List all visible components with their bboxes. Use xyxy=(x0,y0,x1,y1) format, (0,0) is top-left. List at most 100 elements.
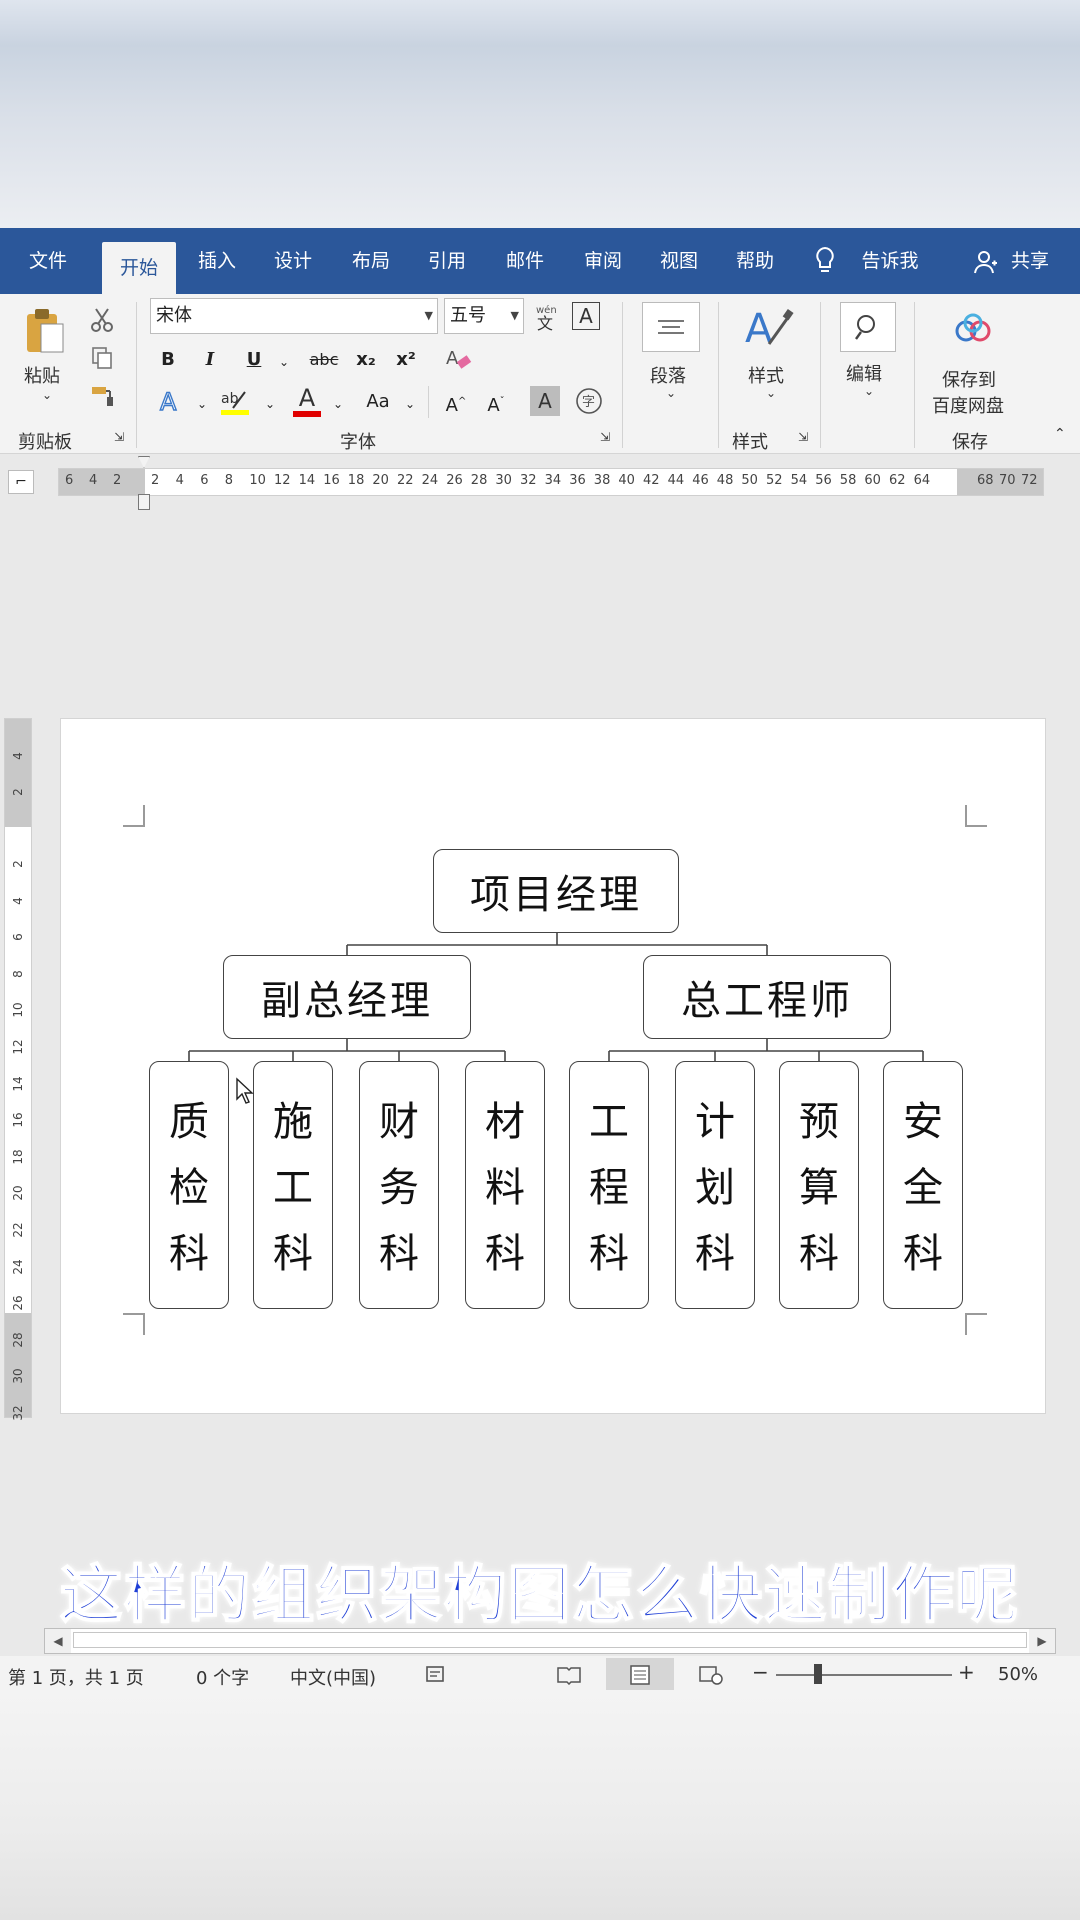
tab-home[interactable]: 开始 xyxy=(102,242,176,294)
tab-mailings[interactable]: 邮件 xyxy=(492,228,558,294)
tab-view[interactable]: 视图 xyxy=(646,228,712,294)
person-icon[interactable] xyxy=(972,248,1000,276)
org-node-root[interactable]: 项目经理 xyxy=(433,849,679,933)
tab-design[interactable]: 设计 xyxy=(260,228,326,294)
org-node-level3[interactable]: 安全科 xyxy=(883,1061,963,1309)
highlight-chevron-icon[interactable]: ⌄ xyxy=(254,388,286,420)
hanging-indent-handle[interactable] xyxy=(138,494,150,510)
paragraph-chevron-icon[interactable]: ⌄ xyxy=(666,386,676,400)
read-mode-icon[interactable] xyxy=(554,1662,584,1688)
italic-button[interactable]: I xyxy=(194,344,226,376)
baidu-cloud-icon[interactable] xyxy=(950,310,996,346)
editing-chevron-icon[interactable]: ⌄ xyxy=(864,384,874,398)
ruler-tick-label: 6 xyxy=(11,933,25,942)
ruler-tick-label: 4 xyxy=(11,896,25,905)
zoom-slider-thumb[interactable] xyxy=(814,1664,822,1684)
subscript-button[interactable]: x₂ xyxy=(350,344,382,376)
org-node-level3[interactable]: 预算科 xyxy=(779,1061,859,1309)
save-to-baidu-line1[interactable]: 保存到 xyxy=(942,366,996,392)
org-node-level3[interactable]: 计划科 xyxy=(675,1061,755,1309)
vertical-ruler[interactable]: 4 2 2 4 6 8 10 12 14 16 18 20 22 24 26 28 30 32 xyxy=(4,718,32,1421)
underline-dropdown-chevron-icon[interactable]: ⌄ xyxy=(268,346,300,378)
tab-references[interactable]: 引用 xyxy=(414,228,480,294)
ruler-tick-label: 26 xyxy=(11,1295,25,1311)
font-color-chevron-icon[interactable]: ⌄ xyxy=(322,388,354,420)
shrink-font-button[interactable]: Aˇ xyxy=(480,386,512,418)
tab-selector-icon[interactable]: ⌐ xyxy=(8,470,34,494)
org-node-level2[interactable]: 总工程师 xyxy=(643,955,891,1039)
tab-insert[interactable]: 插入 xyxy=(184,228,250,294)
org-node-level3[interactable]: 财务科 xyxy=(359,1061,439,1309)
tab-file[interactable]: 文件 xyxy=(14,228,82,294)
paragraph-icon[interactable] xyxy=(642,302,700,352)
styles-label[interactable]: 样式 xyxy=(748,362,784,388)
font-name-combo[interactable]: 宋体 ▼ xyxy=(150,298,438,334)
save-to-baidu-line2[interactable]: 百度网盘 xyxy=(932,392,1004,418)
zoom-slider[interactable] xyxy=(776,1674,952,1676)
org-node-level3[interactable]: 质检科 xyxy=(149,1061,229,1309)
change-case-chevron-icon[interactable]: ⌄ xyxy=(394,388,426,420)
page-count[interactable]: 第 1 页，共 1 页 xyxy=(8,1664,144,1690)
tab-review[interactable]: 审阅 xyxy=(570,228,636,294)
ruler-tick-label: 72 xyxy=(1021,473,1038,488)
superscript-button[interactable]: x² xyxy=(390,344,422,376)
font-size-combo[interactable]: 五号 ▼ xyxy=(444,298,524,334)
font-color-button[interactable]: A xyxy=(290,382,324,420)
styles-launcher-icon[interactable]: ⇲ xyxy=(798,430,808,444)
paste-icon[interactable] xyxy=(22,306,68,356)
document-page[interactable]: 项目经理 副总经理 总工程师 质检科 施工科 财务科 材料科 工程科 计划科 预… xyxy=(60,718,1046,1414)
horizontal-ruler[interactable]: 6 4 2 2 4 6 8 10 12 14 16 18 20 22 24 26 28 30 32 34 36 38 40 4… xyxy=(58,468,1044,496)
accessibility-icon[interactable] xyxy=(424,1664,448,1686)
ruler-tick-label: 30 xyxy=(495,473,512,488)
paste-label[interactable]: 粘贴 xyxy=(24,362,60,388)
share-button[interactable]: 共享 xyxy=(1002,228,1058,294)
collapse-ribbon-icon[interactable]: ⌃ xyxy=(1054,426,1066,442)
language[interactable]: 中文(中国) xyxy=(290,1664,376,1690)
scrollbar-thumb[interactable] xyxy=(73,1632,1027,1648)
tab-layout[interactable]: 布局 xyxy=(338,228,404,294)
text-effects-chevron-icon[interactable]: ⌄ xyxy=(186,388,218,420)
editing-label[interactable]: 编辑 xyxy=(846,360,882,386)
web-layout-icon[interactable] xyxy=(696,1662,726,1688)
bold-button[interactable]: B xyxy=(152,344,184,376)
phonetic-guide-icon[interactable]: wén 文 xyxy=(532,300,562,332)
zoom-in-button[interactable]: + xyxy=(958,1660,975,1684)
org-node-level2[interactable]: 副总经理 xyxy=(223,955,471,1039)
change-case-button[interactable]: Aa xyxy=(360,386,396,418)
zoom-level[interactable]: 50% xyxy=(998,1664,1038,1685)
org-node-level3[interactable]: 施工科 xyxy=(253,1061,333,1309)
cut-icon[interactable] xyxy=(88,306,116,334)
scroll-right-icon[interactable]: ▶ xyxy=(1029,1629,1055,1653)
format-painter-icon[interactable] xyxy=(88,382,116,410)
paste-dropdown-chevron-icon[interactable]: ⌄ xyxy=(42,388,52,402)
org-node-level3[interactable]: 工程科 xyxy=(569,1061,649,1309)
font-launcher-icon[interactable]: ⇲ xyxy=(600,430,610,444)
scroll-left-icon[interactable]: ◀ xyxy=(45,1629,71,1653)
enclose-characters-icon[interactable]: 字 xyxy=(574,386,604,416)
clear-formatting-icon[interactable]: A xyxy=(442,342,476,376)
horizontal-scrollbar[interactable]: ◀ ▶ xyxy=(44,1628,1056,1654)
blurred-background-top xyxy=(0,0,1080,228)
character-shading-button[interactable]: A xyxy=(530,386,560,416)
org-node-level3[interactable]: 材料科 xyxy=(465,1061,545,1309)
print-layout-icon[interactable] xyxy=(606,1658,674,1692)
ruler-tick-label: 18 xyxy=(11,1149,25,1165)
highlight-icon[interactable]: ab xyxy=(218,384,254,418)
styles-icon[interactable]: A xyxy=(740,302,796,356)
first-line-indent-handle[interactable] xyxy=(138,456,150,468)
grow-font-button[interactable]: A^ xyxy=(440,386,472,418)
character-border-button[interactable]: A xyxy=(572,302,600,330)
strikethrough-button[interactable]: abc xyxy=(304,344,344,376)
paragraph-label[interactable]: 段落 xyxy=(650,362,686,388)
tab-help[interactable]: 帮助 xyxy=(722,228,788,294)
copy-icon[interactable] xyxy=(88,344,116,372)
search-icon[interactable] xyxy=(840,302,896,352)
clipboard-launcher-icon[interactable]: ⇲ xyxy=(114,430,124,444)
styles-chevron-icon[interactable]: ⌄ xyxy=(766,386,776,400)
underline-button[interactable]: U xyxy=(238,344,270,376)
lightbulb-icon[interactable] xyxy=(810,244,840,278)
text-effects-icon[interactable]: A xyxy=(154,384,188,418)
word-count[interactable]: 0 个字 xyxy=(196,1664,249,1690)
tell-me-search[interactable]: 告诉我 xyxy=(850,228,930,294)
zoom-out-button[interactable]: − xyxy=(752,1660,769,1684)
